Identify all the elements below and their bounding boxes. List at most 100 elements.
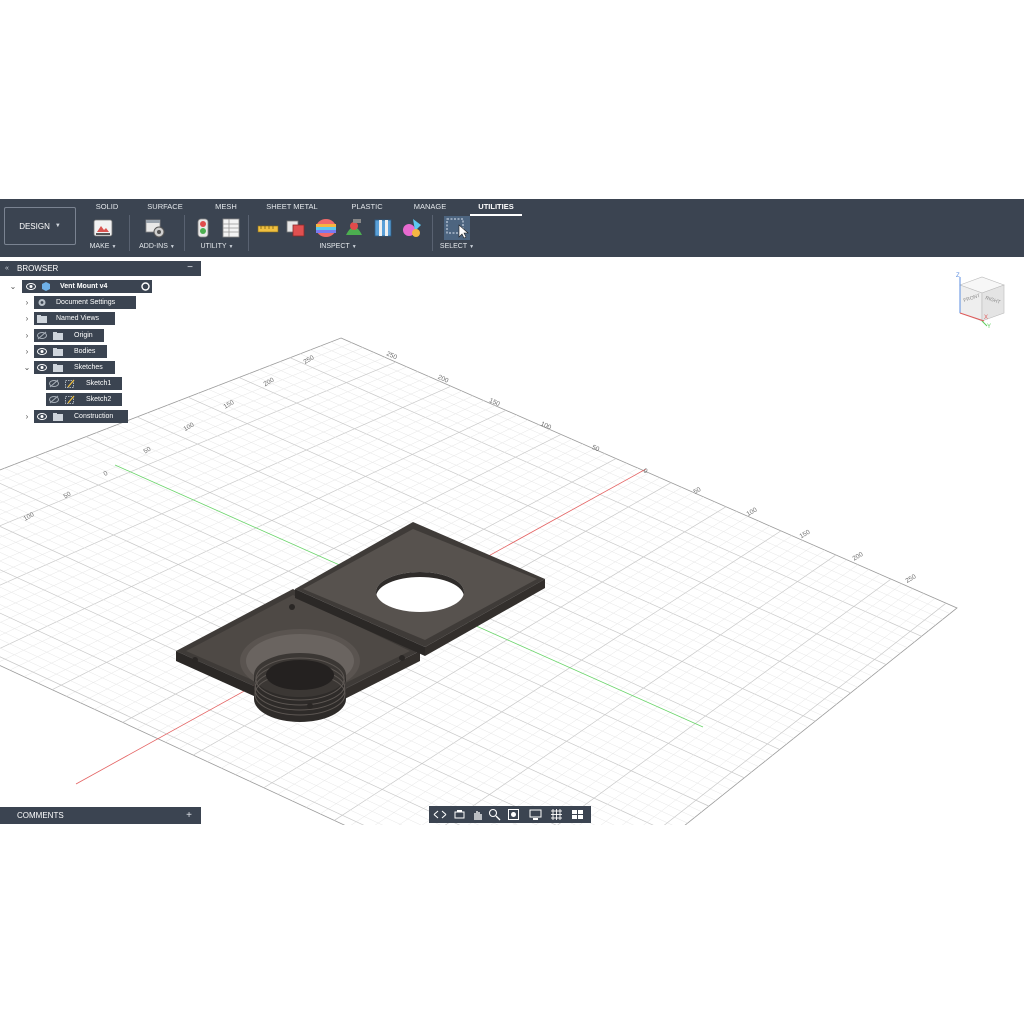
browser-item-bodies[interactable]: › Bodies (22, 345, 142, 358)
browser-item-named-views[interactable]: › Named Views (22, 312, 142, 325)
sketch1-node[interactable]: Sketch1 (46, 377, 122, 390)
eye-icon[interactable] (37, 347, 47, 356)
folder-icon (37, 315, 47, 323)
chevron-down-icon: ▼ (111, 244, 117, 250)
folder-icon (53, 364, 63, 372)
tab-manage[interactable]: MANAGE (412, 202, 448, 214)
comments-panel[interactable]: COMMENTS + (0, 807, 201, 824)
browser-item-document-settings[interactable]: › Document Settings (22, 296, 142, 309)
pan-icon[interactable] (471, 808, 484, 821)
component-icon (42, 282, 50, 291)
tab-utilities[interactable]: UTILITIES (470, 202, 522, 216)
inspect-group[interactable]: INSPECT ▼ (316, 243, 360, 250)
divider (432, 215, 433, 251)
browser-root[interactable]: ⌄ Vent Mount v4 (8, 280, 152, 293)
add-comment-icon[interactable]: + (186, 807, 192, 824)
zebra-icon[interactable] (343, 217, 365, 239)
minimize-icon[interactable]: − (187, 262, 193, 273)
3d-print-icon[interactable] (92, 217, 114, 239)
document-settings-label: Document Settings (56, 299, 116, 306)
origin-node[interactable]: Origin (34, 329, 104, 342)
eye-icon[interactable] (37, 363, 47, 372)
add-ins-label: ADD-INS (139, 243, 168, 250)
axis-tick-label: 150 (799, 529, 812, 541)
tab-sheet-metal[interactable]: SHEET METAL (265, 202, 319, 214)
chevron-right-icon[interactable]: › (22, 346, 32, 357)
chevron-down-icon: ▼ (228, 244, 234, 250)
browser-item-sketch2[interactable]: Sketch2 (46, 393, 126, 406)
select-group[interactable]: SELECT ▼ (438, 243, 476, 250)
axis-tick-label: 50 (693, 486, 703, 496)
folder-icon (53, 413, 63, 421)
browser-item-sketch1[interactable]: Sketch1 (46, 377, 126, 390)
add-ins-group[interactable]: ADD-INS ▼ (137, 243, 177, 250)
browser-item-construction[interactable]: › Construction (22, 410, 142, 423)
axis-tick-label: 250 (905, 573, 918, 585)
chevron-right-icon[interactable]: › (22, 313, 32, 324)
tab-plastic[interactable]: PLASTIC (350, 202, 384, 214)
viewcube-y-label: Y (987, 324, 991, 329)
chevron-right-icon[interactable]: › (22, 411, 32, 422)
viewport-canvas[interactable]: 2502001501005005010025020015010050050100… (0, 199, 1024, 825)
double-chevron-left-icon[interactable]: « (0, 265, 14, 272)
sketches-label: Sketches (74, 364, 103, 371)
look-at-icon[interactable] (453, 808, 466, 821)
chevron-down-icon[interactable]: ⌄ (8, 281, 18, 292)
eye-hidden-icon[interactable] (49, 379, 59, 388)
axis-tick-label: 100 (746, 506, 759, 518)
eye-icon[interactable] (37, 412, 47, 421)
tab-solid[interactable]: SOLID (94, 202, 120, 214)
folder-icon (53, 348, 63, 356)
browser-item-sketches[interactable]: ⌄ Sketches (22, 361, 142, 374)
sketch2-label: Sketch2 (86, 396, 112, 403)
tab-surface[interactable]: SURFACE (146, 202, 184, 214)
divider (248, 215, 249, 251)
chevron-down-icon: ▼ (169, 244, 175, 250)
inspect-label: INSPECT (319, 243, 350, 250)
chevron-down-icon: ▼ (469, 244, 475, 250)
eye-hidden-icon[interactable] (49, 395, 59, 404)
section-analysis-icon[interactable] (373, 217, 395, 239)
chevron-down-icon: ▼ (54, 223, 61, 229)
root-node[interactable]: Vent Mount v4 (22, 280, 152, 293)
accessibility-icon[interactable] (401, 217, 423, 239)
window-select-icon[interactable] (444, 216, 470, 240)
browser-panel-header[interactable]: « BROWSER − (0, 261, 201, 276)
measure-icon[interactable] (257, 217, 279, 239)
calculator-table-icon[interactable] (220, 217, 242, 239)
make-label: MAKE (89, 243, 110, 250)
bodies-node[interactable]: Bodies (34, 345, 107, 358)
interference-icon[interactable] (285, 217, 307, 239)
zoom-icon[interactable] (488, 808, 501, 821)
scripts-addins-icon[interactable] (144, 217, 166, 239)
workspace-label: DESIGN (19, 221, 50, 231)
browser-item-origin[interactable]: › Origin (22, 329, 142, 342)
bodies-label: Bodies (74, 348, 96, 355)
eye-icon[interactable] (26, 282, 36, 291)
activate-radio-icon[interactable] (141, 282, 150, 291)
grid-settings-icon[interactable] (550, 808, 563, 821)
sketch2-node[interactable]: Sketch2 (46, 393, 122, 406)
chevron-right-icon[interactable]: › (22, 330, 32, 341)
curvature-icon[interactable] (315, 217, 337, 239)
document-settings-node[interactable]: Document Settings (34, 296, 136, 309)
display-settings-icon[interactable] (529, 808, 542, 821)
browser-title: BROWSER (17, 264, 59, 273)
workspace-switcher[interactable]: DESIGN ▼ (4, 207, 76, 245)
orbit-icon[interactable] (432, 808, 448, 821)
sketch1-label: Sketch1 (86, 380, 112, 387)
sketches-node[interactable]: Sketches (34, 361, 115, 374)
tab-mesh[interactable]: MESH (214, 202, 238, 214)
named-views-node[interactable]: Named Views (34, 312, 115, 325)
traffic-light-icon[interactable] (192, 217, 214, 239)
make-group[interactable]: MAKE ▼ (88, 243, 118, 250)
chevron-down-icon[interactable]: ⌄ (22, 362, 32, 373)
eye-hidden-icon[interactable] (37, 331, 47, 340)
ribbon-toolbar: DESIGN ▼ SOLID SURFACE MESH SHEET METAL … (0, 199, 1024, 257)
chevron-right-icon[interactable]: › (22, 297, 32, 308)
utility-group[interactable]: UTILITY ▼ (197, 243, 237, 250)
fit-icon[interactable] (507, 808, 520, 821)
viewcube[interactable]: FRONT RIGHT Z X Y (954, 271, 1010, 329)
construction-node[interactable]: Construction (34, 410, 128, 423)
viewports-icon[interactable] (571, 808, 584, 821)
